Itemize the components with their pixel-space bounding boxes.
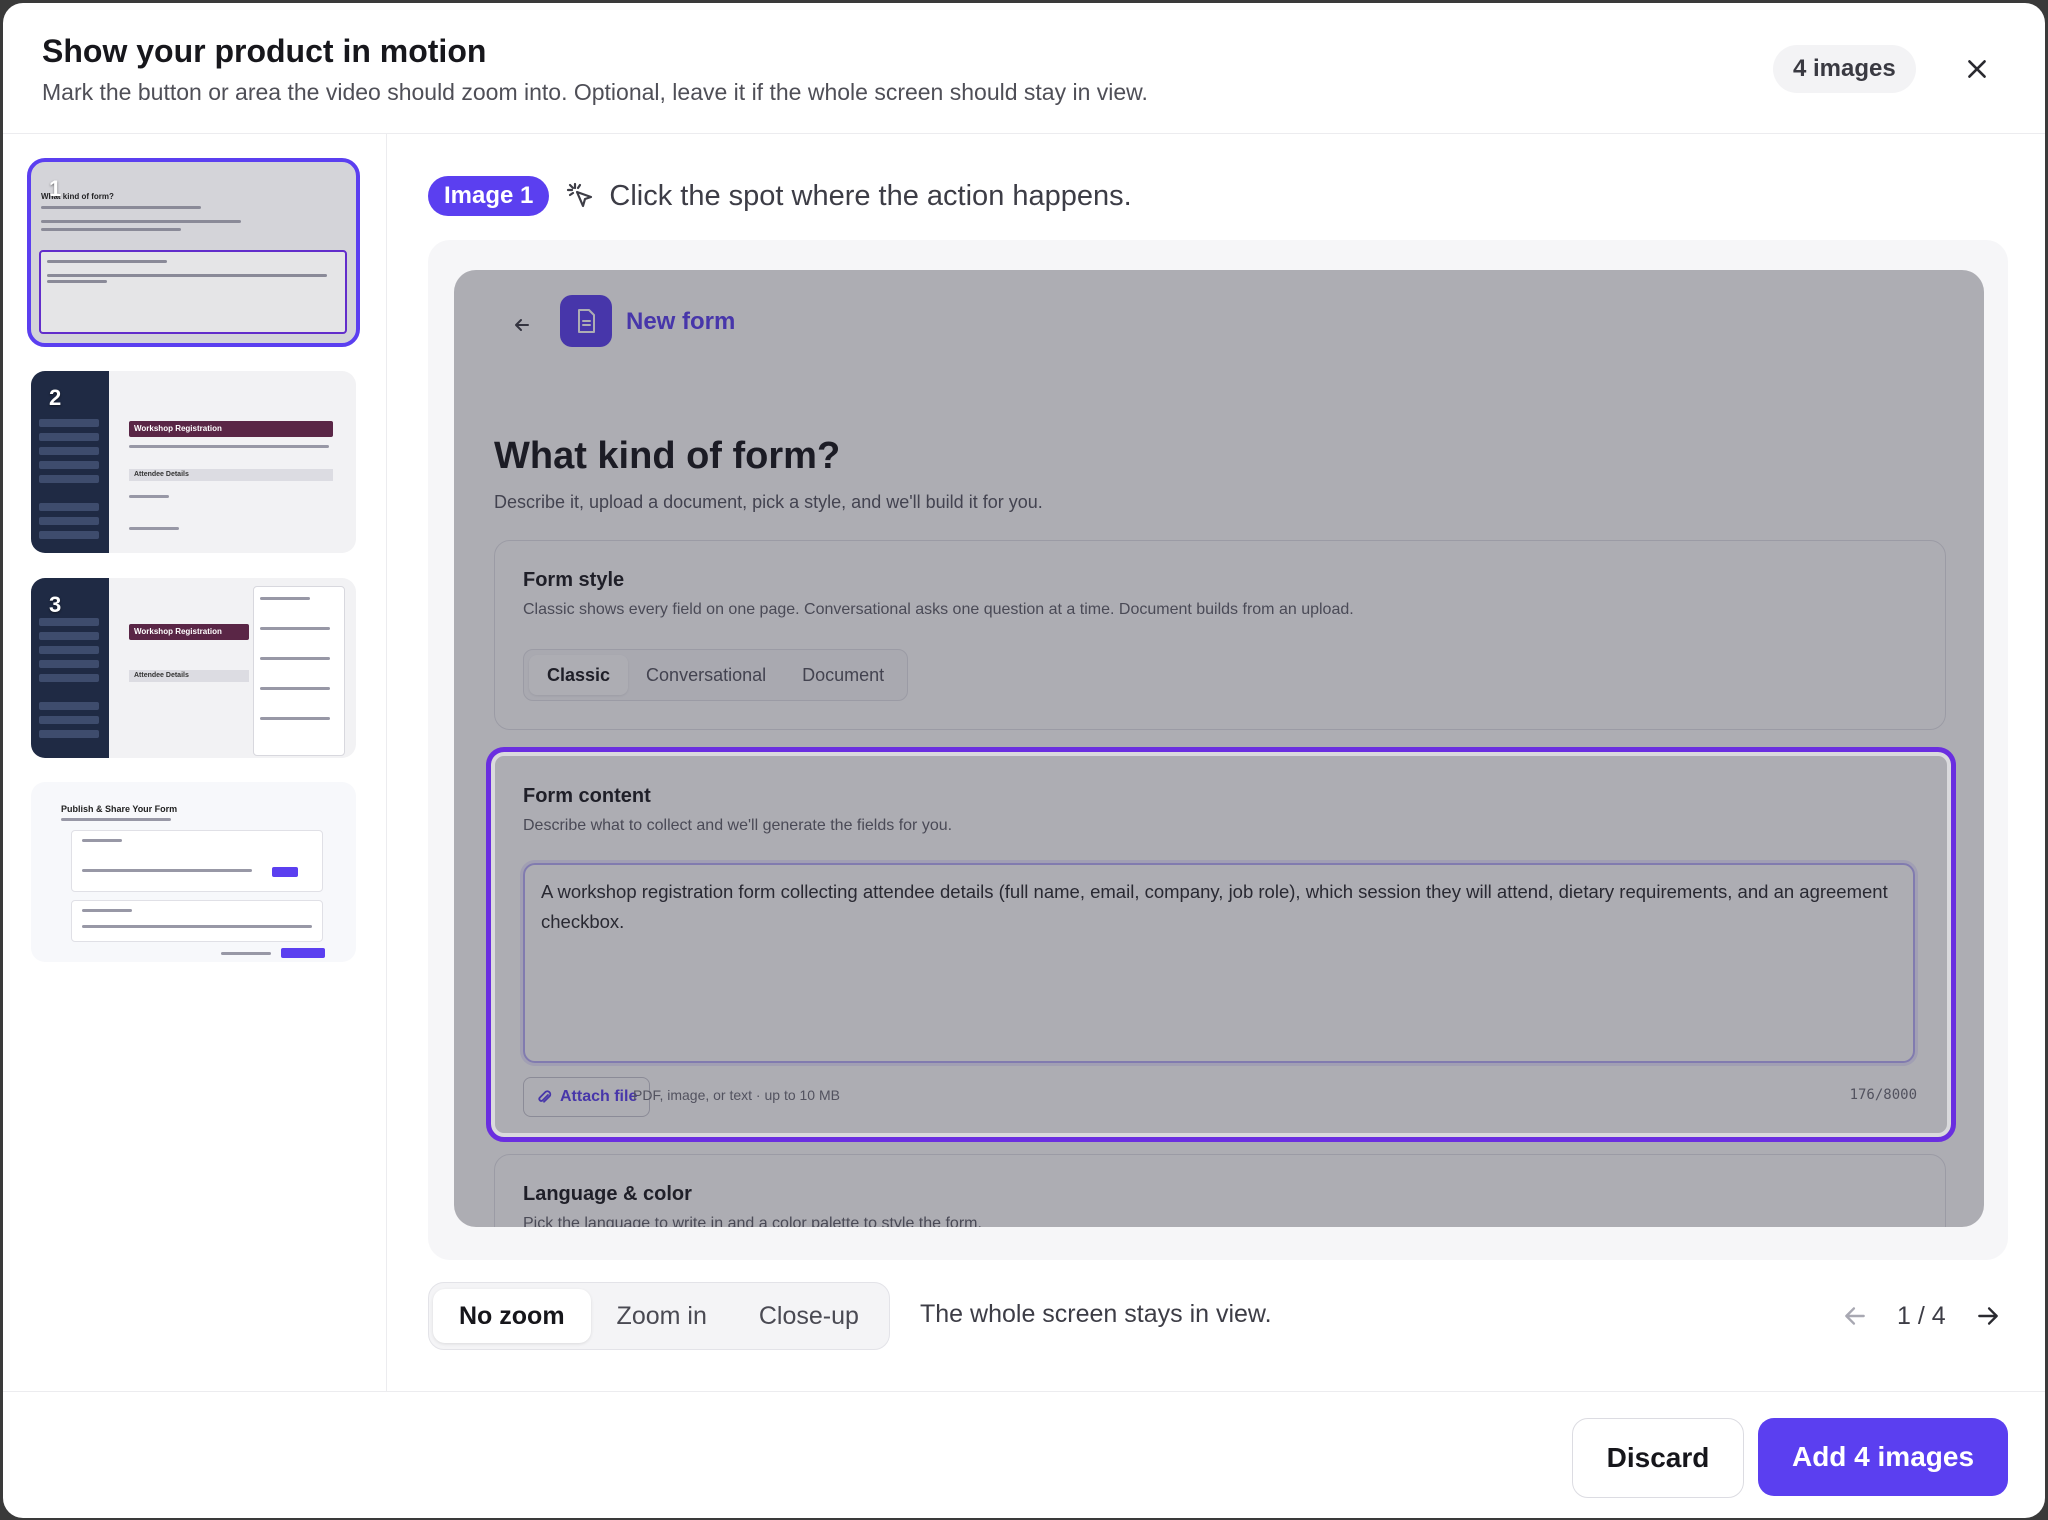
dialog-subtitle: Mark the button or area the video should… bbox=[42, 79, 1148, 105]
form-style-title: Form style bbox=[523, 569, 625, 591]
language-subtitle: Pick the language to write in and a colo… bbox=[523, 1215, 982, 1227]
cursor-click-icon bbox=[567, 182, 593, 208]
arrow-left-icon bbox=[512, 310, 532, 342]
form-style-selector: Classic Conversational Document bbox=[523, 649, 909, 701]
thumbnail-1[interactable]: 1 What kind of form? bbox=[27, 158, 360, 347]
thumbnail-number: 3 bbox=[49, 592, 62, 617]
thumbnail-sidebar: 1 What kind of form? 2 Workshop Registra… bbox=[3, 134, 387, 1391]
pager-text: 1 / 4 bbox=[1897, 1301, 1946, 1330]
arrow-right-icon bbox=[1977, 1307, 1998, 1325]
thumbnail-subcaption: Attendee Details bbox=[129, 670, 249, 682]
thumbnail-number: 2 bbox=[49, 385, 62, 410]
thumbnail-3[interactable]: 3 Workshop Registration Attendee Details bbox=[31, 578, 356, 758]
image-count-badge: 4 images bbox=[1773, 45, 1916, 93]
thumbnail-caption: Workshop Registration bbox=[129, 624, 249, 640]
thumbnail-2[interactable]: 2 Workshop Registration Attendee Details bbox=[31, 371, 356, 553]
dialog-header: Show your product in motion Mark the but… bbox=[3, 3, 2045, 134]
form-style-document: Document bbox=[802, 665, 885, 685]
previous-image-button[interactable] bbox=[1835, 1296, 1875, 1336]
dialog-footer: Discard Add 4 images bbox=[3, 1391, 2045, 1518]
form-style-subtitle: Classic shows every field on one page. C… bbox=[523, 601, 1354, 618]
dialog-title: Show your product in motion bbox=[42, 33, 487, 69]
thumbnail-caption: Workshop Registration bbox=[129, 421, 333, 437]
thumbnail-4[interactable]: Publish & Share Your Form bbox=[31, 782, 356, 962]
image-badge: Image 1 bbox=[428, 176, 550, 216]
language-card: Language & color Pick the language to wr… bbox=[494, 1154, 1946, 1227]
screenshot-stage: New form What kind of form? Describe it,… bbox=[428, 240, 2008, 1260]
screenshot-heading: What kind of form? bbox=[494, 435, 841, 477]
thumbnail-caption: Publish & Share Your Form bbox=[61, 804, 178, 814]
add-images-button[interactable]: Add 4 images bbox=[1758, 1418, 2008, 1496]
thumbnail-number: 1 bbox=[49, 176, 62, 201]
document-icon bbox=[560, 295, 612, 347]
step-instruction-text: Click the spot where the action happens. bbox=[609, 179, 1132, 212]
form-style-classic: Classic bbox=[529, 655, 629, 695]
form-style-conversational: Conversational bbox=[646, 665, 767, 685]
image-pager: 1 / 4 bbox=[1835, 1296, 2008, 1336]
zoom-option-none[interactable]: No zoom bbox=[433, 1289, 591, 1343]
zoom-target-highlight[interactable] bbox=[486, 747, 1956, 1142]
form-style-card: Form style Classic shows every field on … bbox=[494, 540, 1946, 730]
language-title: Language & color bbox=[523, 1183, 692, 1205]
next-image-button[interactable] bbox=[1968, 1296, 2008, 1336]
discard-button[interactable]: Discard bbox=[1572, 1418, 1744, 1498]
zoom-option-close-up[interactable]: Close-up bbox=[733, 1289, 885, 1343]
app-title: New form bbox=[626, 308, 736, 335]
arrow-left-icon bbox=[1845, 1307, 1865, 1325]
close-icon bbox=[1968, 60, 1986, 78]
close-button[interactable] bbox=[1955, 47, 1999, 91]
zoom-option-zoom-in[interactable]: Zoom in bbox=[591, 1289, 733, 1343]
screenshot-heading-sub: Describe it, upload a document, pick a s… bbox=[494, 492, 1043, 512]
dialog: Show your product in motion Mark the but… bbox=[3, 3, 2045, 1518]
step-instruction: Image 1 Click the spot where the action … bbox=[428, 176, 1132, 216]
zoom-description: The whole screen stays in view. bbox=[920, 1300, 1272, 1328]
editor-main: Image 1 Click the spot where the action … bbox=[387, 134, 2045, 1391]
screenshot-canvas[interactable]: New form What kind of form? Describe it,… bbox=[454, 270, 1984, 1227]
thumbnail-subcaption: Attendee Details bbox=[129, 469, 333, 481]
zoom-mode-selector: No zoom Zoom in Close-up bbox=[428, 1282, 890, 1350]
